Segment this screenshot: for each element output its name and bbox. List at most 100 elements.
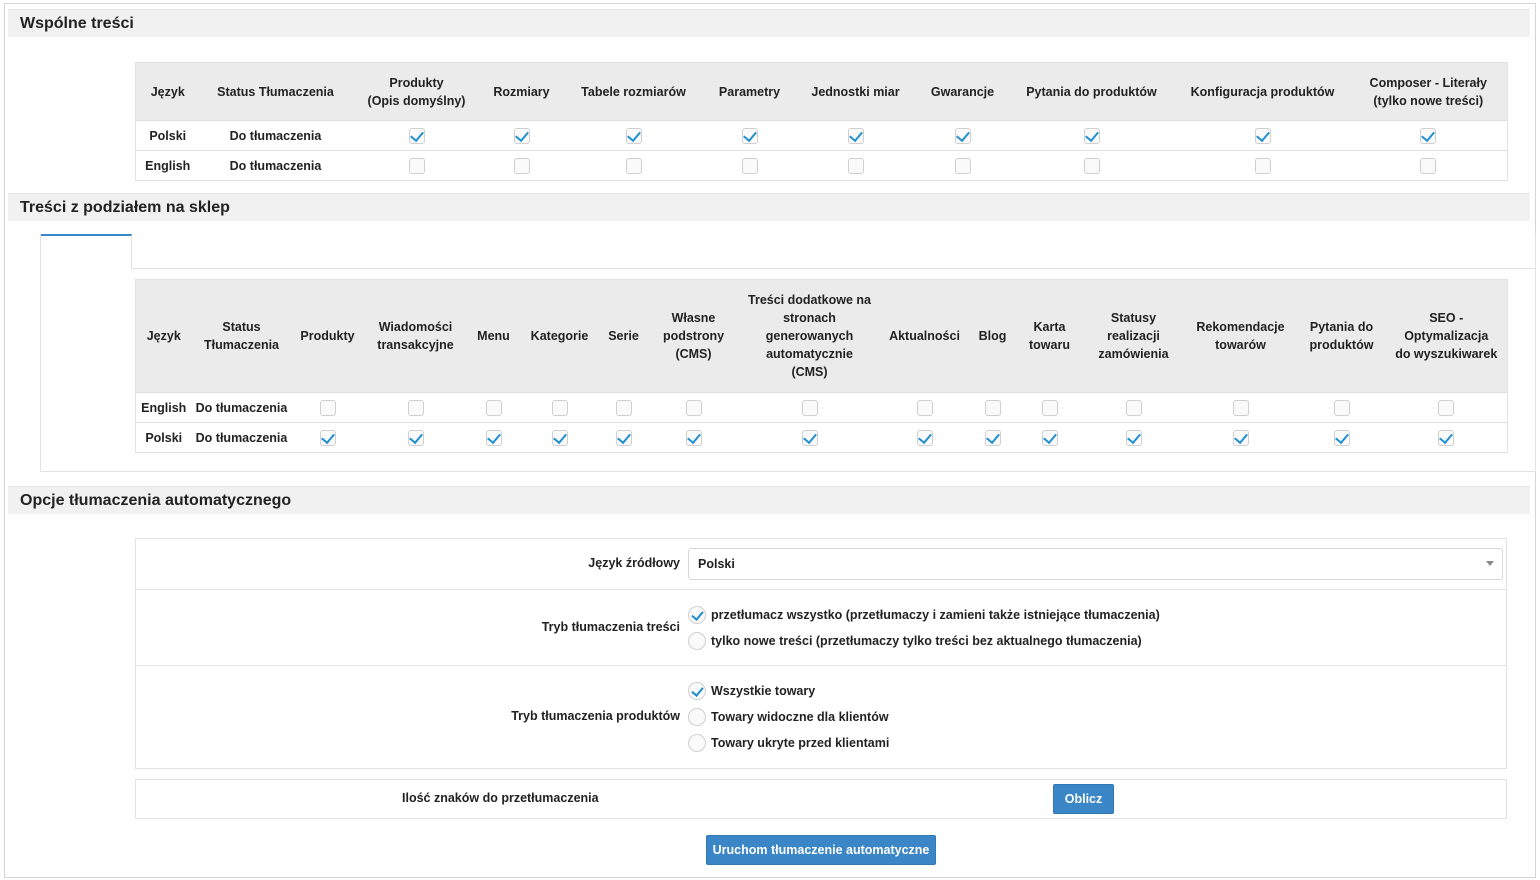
checkbox-cell xyxy=(1015,422,1084,453)
checkbox-cell xyxy=(1007,120,1176,151)
common-header-1: Status Tłumaczenia xyxy=(199,62,352,121)
checkbox-cell xyxy=(793,120,918,151)
content-mode-radio[interactable] xyxy=(688,606,706,624)
translate-checkbox[interactable] xyxy=(407,429,424,446)
checkbox-cell xyxy=(1297,392,1386,423)
translate-checkbox[interactable] xyxy=(984,399,1001,416)
checkbox-cell xyxy=(1083,422,1184,453)
translate-checkbox[interactable] xyxy=(741,157,758,174)
checkbox-cell xyxy=(1297,422,1386,453)
shop-header-8: Treści dodatkowe na stronach generowanyc… xyxy=(739,279,880,393)
source-lang-label: Język źródłowy xyxy=(588,556,680,570)
translate-checkbox[interactable] xyxy=(1420,157,1437,174)
translate-checkbox[interactable] xyxy=(1041,399,1058,416)
translate-checkbox[interactable] xyxy=(615,399,632,416)
shop-header-6: Serie xyxy=(599,279,648,393)
checkbox-cell xyxy=(969,422,1016,453)
row-language: English xyxy=(135,150,200,181)
translate-checkbox[interactable] xyxy=(485,399,502,416)
translate-checkbox[interactable] xyxy=(1083,127,1100,144)
content-mode-option-0[interactable]: przetłumacz wszystko (przetłumaczy i zam… xyxy=(688,605,1160,625)
checkbox-cell xyxy=(351,150,482,181)
checkbox-cell xyxy=(291,422,364,453)
checkbox-cell xyxy=(291,392,364,423)
translate-checkbox[interactable] xyxy=(1420,127,1437,144)
checkbox-cell xyxy=(1183,422,1298,453)
checkbox-cell xyxy=(793,150,918,181)
checkbox-cell xyxy=(1083,392,1184,423)
translate-checkbox[interactable] xyxy=(847,127,864,144)
translate-checkbox[interactable] xyxy=(1125,399,1142,416)
translate-checkbox[interactable] xyxy=(615,429,632,446)
translate-checkbox[interactable] xyxy=(801,399,818,416)
translate-checkbox[interactable] xyxy=(1232,429,1249,446)
char-count-panel xyxy=(135,779,1507,819)
translate-checkbox[interactable] xyxy=(625,157,642,174)
product-mode-radio[interactable] xyxy=(688,682,706,700)
row-status: Do tłumaczenia xyxy=(191,422,292,453)
translate-checkbox[interactable] xyxy=(485,429,502,446)
translate-checkbox[interactable] xyxy=(1438,429,1455,446)
translate-checkbox[interactable] xyxy=(954,127,971,144)
translate-checkbox[interactable] xyxy=(1438,399,1455,416)
common-header-10: Composer - Literały (tylko nowe treści) xyxy=(1349,62,1508,121)
calculate-button[interactable]: Oblicz xyxy=(1053,784,1114,814)
product-mode-radio[interactable] xyxy=(688,708,706,726)
translate-checkbox[interactable] xyxy=(685,429,702,446)
translate-checkbox[interactable] xyxy=(319,429,336,446)
translate-checkbox[interactable] xyxy=(1041,429,1058,446)
translate-checkbox[interactable] xyxy=(984,429,1001,446)
translate-checkbox[interactable] xyxy=(954,157,971,174)
translate-checkbox[interactable] xyxy=(407,399,424,416)
run-auto-translation-button[interactable]: Uruchom tłumaczenie automatyczne xyxy=(706,835,936,865)
translate-checkbox[interactable] xyxy=(916,399,933,416)
content-mode-option-1[interactable]: tylko nowe treści (przetłumaczy tylko tr… xyxy=(688,631,1142,651)
common-header-7: Gwarancje xyxy=(917,62,1008,121)
translate-checkbox[interactable] xyxy=(1254,127,1271,144)
checkbox-cell xyxy=(481,120,562,151)
shop-header-0: Język xyxy=(135,279,192,393)
shop-header-1: Status Tłumaczenia xyxy=(191,279,292,393)
content-mode-label: Tryb tłumaczenia treści xyxy=(541,620,680,634)
row-language: Polski xyxy=(135,422,192,453)
common-header-4: Tabele rozmiarów xyxy=(561,62,706,121)
chevron-down-icon xyxy=(1486,561,1494,566)
checkbox-cell xyxy=(879,392,970,423)
checkbox-cell xyxy=(599,422,648,453)
translate-checkbox[interactable] xyxy=(1333,399,1350,416)
translate-checkbox[interactable] xyxy=(1125,429,1142,446)
translate-checkbox[interactable] xyxy=(551,399,568,416)
translate-checkbox[interactable] xyxy=(513,157,530,174)
translate-checkbox[interactable] xyxy=(1333,429,1350,446)
shop-header-5: Kategorie xyxy=(519,279,600,393)
product-mode-radio[interactable] xyxy=(688,734,706,752)
char-count-label: Ilość znaków do przetłumaczenia xyxy=(402,791,599,805)
translate-checkbox[interactable] xyxy=(625,127,642,144)
content-mode-radio[interactable] xyxy=(688,632,706,650)
translate-checkbox[interactable] xyxy=(513,127,530,144)
shop-header-11: Karta towaru xyxy=(1015,279,1084,393)
translate-checkbox[interactable] xyxy=(408,157,425,174)
translate-checkbox[interactable] xyxy=(551,429,568,446)
table-row: Polski Do tłumaczenia xyxy=(135,120,1508,151)
translate-checkbox[interactable] xyxy=(408,127,425,144)
translate-checkbox[interactable] xyxy=(685,399,702,416)
shop-header-9: Aktualności xyxy=(879,279,970,393)
common-header-0: Język xyxy=(135,62,200,121)
product-mode-option-2[interactable]: Towary ukryte przed klientami xyxy=(688,733,889,753)
tab-shop-active[interactable] xyxy=(41,234,132,270)
translate-checkbox[interactable] xyxy=(916,429,933,446)
checkbox-cell xyxy=(467,422,520,453)
checkbox-cell xyxy=(599,392,648,423)
shop-header-14: Pytania do produktów xyxy=(1297,279,1386,393)
product-mode-option-0[interactable]: Wszystkie towary xyxy=(688,681,815,701)
translate-checkbox[interactable] xyxy=(847,157,864,174)
translate-checkbox[interactable] xyxy=(741,127,758,144)
product-mode-option-1[interactable]: Towary widoczne dla klientów xyxy=(688,707,889,727)
translate-checkbox[interactable] xyxy=(319,399,336,416)
translate-checkbox[interactable] xyxy=(1232,399,1249,416)
translate-checkbox[interactable] xyxy=(801,429,818,446)
translate-checkbox[interactable] xyxy=(1083,157,1100,174)
source-lang-select[interactable]: Polski xyxy=(688,548,1503,580)
translate-checkbox[interactable] xyxy=(1254,157,1271,174)
